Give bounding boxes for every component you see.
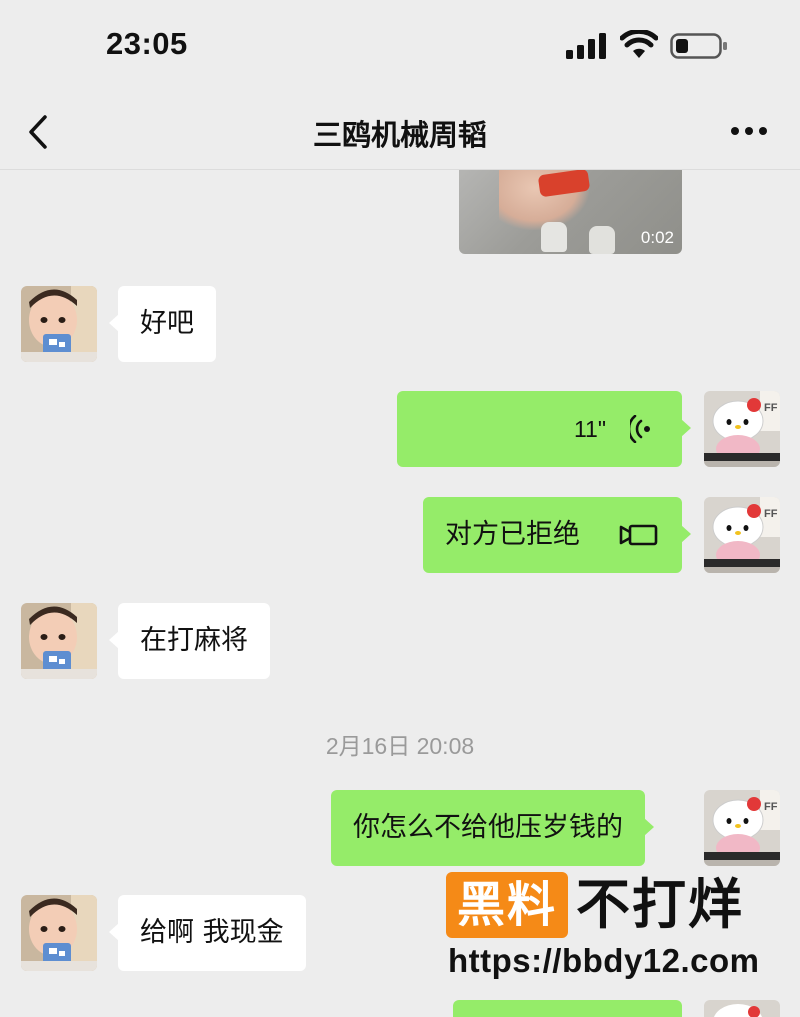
wifi-icon bbox=[620, 30, 658, 58]
voice-waves-icon bbox=[630, 415, 650, 443]
self-avatar[interactable]: FF bbox=[704, 497, 780, 573]
status-bar: 23:05 bbox=[0, 0, 800, 92]
signal-bars-icon bbox=[566, 33, 606, 59]
call-status-text: 对方已拒绝 bbox=[445, 519, 580, 550]
status-time: 23:05 bbox=[106, 26, 188, 61]
message-bubble-outgoing-partial[interactable] bbox=[453, 1000, 682, 1017]
watermark-text: 不打烊 bbox=[576, 873, 744, 936]
message-bubble-outgoing[interactable]: 你怎么不给他压岁钱的 bbox=[331, 790, 654, 866]
self-avatar-partial[interactable] bbox=[704, 1000, 780, 1017]
voice-message-bubble[interactable]: 11" bbox=[397, 391, 691, 467]
video-duration: 0:02 bbox=[640, 228, 674, 247]
battery-low-icon bbox=[670, 33, 727, 59]
watermark-badge: 黑料 bbox=[446, 872, 568, 938]
message-bubble-incoming[interactable]: 给啊 我现金 bbox=[109, 895, 306, 971]
message-list[interactable]: 0:02 好吧 11" FF 对方已拒绝 FF 在打麻将 2月16日 20:08… bbox=[0, 170, 800, 1017]
chat-title: 三鸥机械周韬 bbox=[312, 118, 487, 152]
self-avatar[interactable]: FF bbox=[704, 790, 780, 866]
video-call-icon bbox=[619, 524, 658, 546]
video-call-bubble[interactable]: 对方已拒绝 bbox=[423, 497, 691, 573]
voice-duration: 11" bbox=[573, 416, 606, 442]
message-timestamp: 2月16日 20:08 bbox=[325, 733, 475, 759]
video-message[interactable]: 0:02 bbox=[459, 170, 682, 254]
message-bubble-incoming[interactable]: 好吧 bbox=[109, 286, 216, 362]
message-bubble-incoming[interactable]: 在打麻将 bbox=[109, 603, 270, 679]
svg-text:FF: FF bbox=[764, 508, 778, 520]
contact-avatar[interactable] bbox=[21, 286, 97, 362]
self-avatar[interactable]: FF bbox=[704, 391, 780, 467]
watermark: 黑料 不打烊 https://bbdy12.com bbox=[446, 870, 791, 980]
contact-avatar[interactable] bbox=[21, 895, 97, 971]
chat-header: 三鸥机械周韬 bbox=[0, 92, 800, 170]
svg-text:FF: FF bbox=[764, 801, 778, 813]
watermark-url: https://bbdy12.com bbox=[448, 942, 760, 979]
contact-avatar[interactable] bbox=[21, 603, 97, 679]
more-horizontal-icon[interactable] bbox=[730, 126, 768, 136]
svg-text:FF: FF bbox=[764, 402, 778, 414]
